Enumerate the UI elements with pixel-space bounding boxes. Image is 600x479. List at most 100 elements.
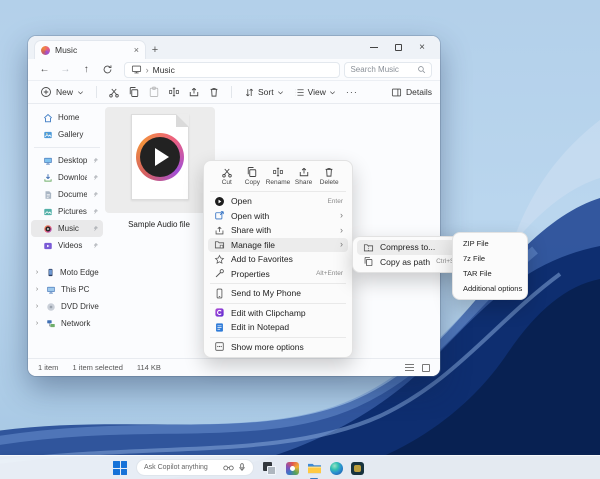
sort-icon <box>244 87 255 98</box>
submenu-item-copy-as-path[interactable]: Copy as path Ctrl+Shift+C <box>357 255 463 270</box>
details-view-toggle-icon[interactable] <box>405 364 414 371</box>
more-options-button[interactable]: ··· <box>342 87 362 97</box>
view-button[interactable]: View <box>290 87 340 98</box>
sidebar-item-videos[interactable]: Videos <box>31 237 103 254</box>
expand-chevron-icon[interactable]: › <box>33 269 41 276</box>
rename-button[interactable] <box>165 84 183 101</box>
file-explorer-button[interactable] <box>306 460 322 476</box>
sidebar-item-network[interactable]: › Network <box>31 315 103 332</box>
share-button[interactable] <box>185 84 203 101</box>
show-more-icon <box>214 341 225 352</box>
new-button[interactable]: New <box>36 86 88 98</box>
tab-close-icon[interactable]: × <box>134 46 139 55</box>
menu-item-share-with[interactable]: Share with › <box>208 223 348 238</box>
home-icon <box>43 113 53 123</box>
sidebar-item-music[interactable]: Music <box>31 220 103 237</box>
sidebar-item-home[interactable]: Home <box>31 109 103 126</box>
expand-chevron-icon[interactable]: › <box>33 320 41 327</box>
videos-icon <box>43 241 53 251</box>
sidebar-item-phone[interactable]: › Moto Edge 50 Neo <box>31 264 103 281</box>
microphone-icon[interactable] <box>238 463 246 472</box>
submenu-item-label: Copy as path <box>380 257 430 267</box>
new-plus-icon <box>40 86 52 98</box>
expand-chevron-icon[interactable]: › <box>33 303 41 310</box>
photos-app-button[interactable] <box>284 460 300 476</box>
menu-item-manage-file[interactable]: Manage file › <box>208 238 348 253</box>
submenu-item-7z-file[interactable]: 7z File <box>457 251 523 266</box>
task-view-button[interactable] <box>261 460 277 476</box>
menu-separator <box>210 303 346 304</box>
forward-button[interactable]: → <box>57 62 74 78</box>
sidebar-item-dvd-drive[interactable]: › DVD Drive (D:) CCC <box>31 298 103 315</box>
sidebar-item-documents[interactable]: Documents <box>31 186 103 203</box>
close-button[interactable]: × <box>410 36 434 59</box>
submenu-arrow-icon: › <box>340 240 343 249</box>
delete-quick-button[interactable]: Delete <box>316 166 342 186</box>
star-icon <box>214 254 225 265</box>
sidebar-item-downloads[interactable]: Downloads <box>31 169 103 186</box>
dvd-icon <box>46 302 56 312</box>
submenu-item-additional-options[interactable]: Additional options <box>457 281 523 296</box>
menu-item-edit-in-notepad[interactable]: Edit in Notepad <box>208 320 348 335</box>
rename-quick-button[interactable]: Rename <box>265 166 291 186</box>
sidebar-item-this-pc[interactable]: › This PC <box>31 281 103 298</box>
sidebar-item-label: Moto Edge 50 Neo <box>60 268 99 277</box>
copy-as-path-icon <box>363 256 374 267</box>
cut-button[interactable] <box>105 84 123 101</box>
menu-separator <box>210 337 346 338</box>
refresh-button[interactable] <box>99 62 116 78</box>
menu-item-show-more-options[interactable]: Show more options <box>208 340 348 355</box>
sort-button[interactable]: Sort <box>240 87 288 98</box>
sidebar-item-gallery[interactable]: Gallery <box>31 126 103 143</box>
start-button[interactable] <box>113 461 127 475</box>
search-box[interactable]: Search Music <box>344 62 432 78</box>
menu-item-open-with[interactable]: Open with › <box>208 209 348 224</box>
copy-quick-button[interactable]: Copy <box>240 166 266 186</box>
large-icons-view-toggle-icon[interactable] <box>422 364 430 372</box>
manage-file-icon <box>214 239 225 250</box>
menu-item-edit-with-clipchamp[interactable]: Edit with Clipchamp <box>208 306 348 321</box>
app-icon <box>351 462 364 475</box>
view-icon <box>294 87 305 98</box>
taskbar-search-box[interactable]: Ask Copilot anything <box>136 459 254 476</box>
menu-item-properties[interactable]: Properties Alt+Enter <box>208 267 348 282</box>
submenu-item-zip-file[interactable]: ZIP File <box>457 236 523 251</box>
cut-quick-button[interactable]: Cut <box>214 166 240 186</box>
view-label: View <box>308 87 326 97</box>
share-quick-button[interactable]: Share <box>291 166 317 186</box>
menu-item-add-to-favorites[interactable]: Add to Favorites <box>208 252 348 267</box>
submenu-item-compress-to[interactable]: Compress to... › <box>357 240 463 255</box>
pinned-app-button[interactable] <box>349 460 365 476</box>
delete-button[interactable] <box>205 84 223 101</box>
paste-button[interactable] <box>145 84 163 101</box>
submenu-item-tar-file[interactable]: TAR File <box>457 266 523 281</box>
share-icon <box>298 166 310 178</box>
sidebar-item-pictures[interactable]: Pictures <box>31 203 103 220</box>
play-disc-icon <box>136 133 184 181</box>
up-button[interactable]: ↑ <box>78 62 95 78</box>
sidebar-item-label: Videos <box>58 241 87 250</box>
menu-item-open[interactable]: Open Enter <box>208 194 348 209</box>
address-bar[interactable]: › Music <box>124 62 341 78</box>
phone-icon <box>214 288 225 299</box>
copy-button[interactable] <box>125 84 143 101</box>
menu-shortcut: Enter <box>327 198 343 205</box>
photos-icon <box>286 462 299 475</box>
minimize-button[interactable] <box>362 36 386 59</box>
breadcrumb[interactable]: Music <box>153 65 175 75</box>
tab-music[interactable]: Music × <box>34 40 146 59</box>
new-tab-button[interactable]: + <box>146 41 164 59</box>
expand-chevron-icon[interactable]: › <box>33 286 41 293</box>
menu-item-send-to-my-phone[interactable]: Send to My Phone <box>208 286 348 301</box>
details-toggle[interactable]: Details <box>391 87 432 98</box>
sidebar-item-label: Music <box>58 224 87 233</box>
edge-browser-button[interactable] <box>328 460 344 476</box>
sidebar-item-label: Gallery <box>58 130 99 139</box>
edge-icon <box>330 462 343 475</box>
manage-file-submenu: Compress to... › Copy as path Ctrl+Shift… <box>352 236 468 273</box>
file-tile-selected[interactable]: Sample Audio file <box>105 107 215 213</box>
back-button[interactable]: ← <box>36 62 53 78</box>
new-label: New <box>56 87 73 97</box>
maximize-button[interactable] <box>386 36 410 59</box>
sidebar-item-desktop[interactable]: Desktop <box>31 152 103 169</box>
